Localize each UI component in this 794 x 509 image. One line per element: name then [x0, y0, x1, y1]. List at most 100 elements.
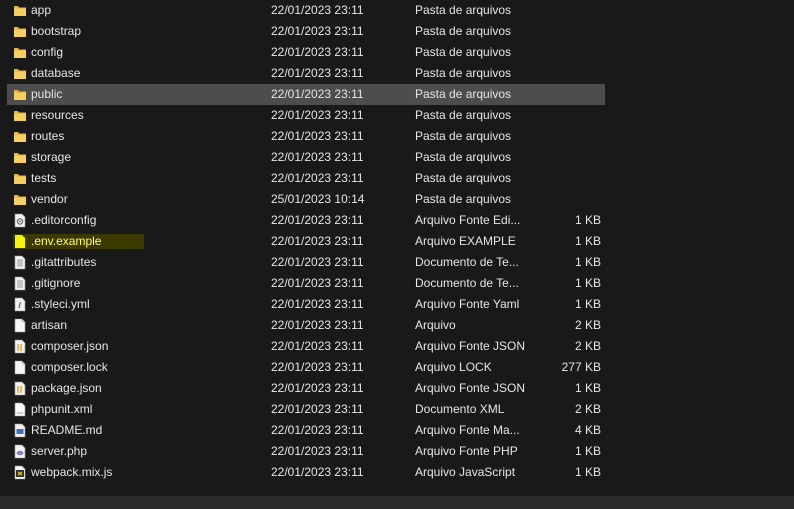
folder-icon	[13, 87, 27, 102]
file-name: resources	[31, 108, 84, 122]
file-type: Pasta de arquivos	[415, 171, 512, 185]
folder-icon	[13, 129, 27, 144]
file-row[interactable]: webpack.mix.js 22/01/2023 23:11 Arquivo Ja…	[0, 462, 794, 483]
file-type: Arquivo	[415, 318, 456, 332]
file-date-modified: 22/01/2023 23:11	[271, 234, 364, 248]
file-row[interactable]: config 22/01/2023 23:11 Pasta de arquivos	[0, 42, 794, 63]
markdown-file-icon	[13, 423, 27, 438]
xml-file-icon	[13, 402, 27, 417]
file-size: 1 KB	[574, 276, 601, 290]
file-date-modified: 22/01/2023 23:11	[271, 444, 364, 458]
file-name: package.json	[31, 381, 102, 395]
file-row[interactable]: .editorconfig 22/01/2023 23:11 Arquivo Fon…	[0, 210, 794, 231]
horizontal-scrollbar[interactable]	[0, 496, 794, 509]
file-row[interactable]: bootstrap 22/01/2023 23:11 Pasta de arquiv…	[0, 21, 794, 42]
folder-icon	[13, 192, 27, 207]
file-name: phpunit.xml	[31, 402, 93, 416]
file-row[interactable]: phpunit.xml 22/01/2023 23:11 Documento XML…	[0, 399, 794, 420]
file-type: Pasta de arquivos	[415, 129, 512, 143]
file-row[interactable]: public 22/01/2023 23:11 Pasta de arquivos	[0, 84, 794, 105]
file-type: Pasta de arquivos	[415, 24, 512, 38]
file-name: app	[31, 3, 52, 17]
json-file-icon	[13, 339, 27, 354]
scrollbar-thumb[interactable]	[0, 496, 780, 509]
file-name: server.php	[31, 444, 88, 458]
text-document-icon	[13, 255, 27, 270]
file-type: Pasta de arquivos	[415, 192, 512, 206]
json-file-icon	[13, 381, 27, 396]
file-size: 2 KB	[574, 339, 601, 353]
file-date-modified: 22/01/2023 23:11	[271, 45, 364, 59]
file-date-modified: 22/01/2023 23:11	[271, 213, 364, 227]
file-size: 1 KB	[574, 381, 601, 395]
file-size: 1 KB	[574, 234, 601, 248]
file-type: Pasta de arquivos	[415, 66, 512, 80]
file-date-modified: 22/01/2023 23:11	[271, 24, 364, 38]
file-row[interactable]: storage 22/01/2023 23:11 Pasta de arquivos	[0, 147, 794, 168]
file-type: Arquivo JavaScript	[415, 465, 516, 479]
file-row[interactable]: tests 22/01/2023 23:11 Pasta de arquivos	[0, 168, 794, 189]
file-name: .env.example	[31, 234, 102, 248]
folder-icon	[13, 108, 27, 123]
file-name: composer.json	[31, 339, 109, 353]
file-date-modified: 22/01/2023 23:11	[271, 318, 364, 332]
file-type: Arquivo Fonte PHP	[415, 444, 518, 458]
file-date-modified: 22/01/2023 23:11	[271, 87, 364, 101]
file-row[interactable]: routes 22/01/2023 23:11 Pasta de arquivos	[0, 126, 794, 147]
file-row[interactable]: package.json 22/01/2023 23:11 Arquivo Font…	[0, 378, 794, 399]
file-row[interactable]: server.php 22/01/2023 23:11 Arquivo Fonte …	[0, 441, 794, 462]
file-row[interactable]: composer.json 22/01/2023 23:11 Arquivo Fon…	[0, 336, 794, 357]
file-name: routes	[31, 129, 65, 143]
file-name: database	[31, 66, 81, 80]
file-date-modified: 22/01/2023 23:11	[271, 66, 364, 80]
file-date-modified: 22/01/2023 23:11	[271, 255, 364, 269]
folder-icon	[13, 66, 27, 81]
file-row[interactable]: artisan 22/01/2023 23:11 Arquivo 2 KB	[0, 315, 794, 336]
file-date-modified: 22/01/2023 23:11	[271, 108, 364, 122]
file-name: composer.lock	[31, 360, 108, 374]
file-size: 2 KB	[574, 318, 601, 332]
config-file-icon	[13, 213, 27, 228]
file-name: .styleci.yml	[31, 297, 90, 311]
file-date-modified: 22/01/2023 23:11	[271, 171, 364, 185]
file-type: Pasta de arquivos	[415, 87, 512, 101]
file-name: storage	[31, 150, 72, 164]
file-type: Documento de Te...	[415, 276, 519, 290]
file-date-modified: 22/01/2023 23:11	[271, 423, 364, 437]
yaml-file-icon	[13, 297, 27, 312]
file-date-modified: 22/01/2023 23:11	[271, 3, 364, 17]
file-date-modified: 22/01/2023 23:11	[271, 150, 364, 164]
file-type: Documento de Te...	[415, 255, 519, 269]
file-row[interactable]: .env.example 22/01/2023 23:11 Arquivo EXAM…	[0, 231, 794, 252]
file-row[interactable]: resources 22/01/2023 23:11 Pasta de arquiv…	[0, 105, 794, 126]
file-date-modified: 22/01/2023 23:11	[271, 465, 364, 479]
file-row[interactable]: composer.lock 22/01/2023 23:11 Arquivo LOC…	[0, 357, 794, 378]
file-row[interactable]: .styleci.yml 22/01/2023 23:11 Arquivo Font…	[0, 294, 794, 315]
file-type: Arquivo Fonte Yaml	[415, 297, 520, 311]
file-name: .gitattributes	[31, 255, 97, 269]
file-size: 1 KB	[574, 255, 601, 269]
file-date-modified: 22/01/2023 23:11	[271, 297, 364, 311]
file-type: Documento XML	[415, 402, 505, 416]
file-row[interactable]: .gitignore 22/01/2023 23:11 Documento de T…	[0, 273, 794, 294]
file-type: Arquivo EXAMPLE	[415, 234, 516, 248]
file-date-modified: 22/01/2023 23:11	[271, 360, 364, 374]
folder-icon	[13, 171, 27, 186]
file-row[interactable]: database 22/01/2023 23:11 Pasta de arquivo…	[0, 63, 794, 84]
file-type: Arquivo Fonte Edi...	[415, 213, 521, 227]
file-row[interactable]: README.md 22/01/2023 23:11 Arquivo Fonte M…	[0, 420, 794, 441]
file-type: Arquivo Fonte JSON	[415, 339, 526, 353]
file-type: Pasta de arquivos	[415, 108, 512, 122]
file-date-modified: 25/01/2023 10:14	[271, 192, 365, 206]
file-row[interactable]: app 22/01/2023 23:11 Pasta de arquivos	[0, 0, 794, 21]
file-row[interactable]: .gitattributes 22/01/2023 23:11 Documento …	[0, 252, 794, 273]
file-type: Arquivo LOCK	[415, 360, 492, 374]
file-date-modified: 22/01/2023 23:11	[271, 381, 364, 395]
file-date-modified: 22/01/2023 23:11	[271, 276, 364, 290]
file-row[interactable]: vendor 25/01/2023 10:14 Pasta de arquivos	[0, 189, 794, 210]
file-name: bootstrap	[31, 24, 82, 38]
file-date-modified: 22/01/2023 23:11	[271, 129, 364, 143]
file-name: vendor	[31, 192, 68, 206]
file-date-modified: 22/01/2023 23:11	[271, 402, 364, 416]
file-size: 2 KB	[574, 402, 601, 416]
